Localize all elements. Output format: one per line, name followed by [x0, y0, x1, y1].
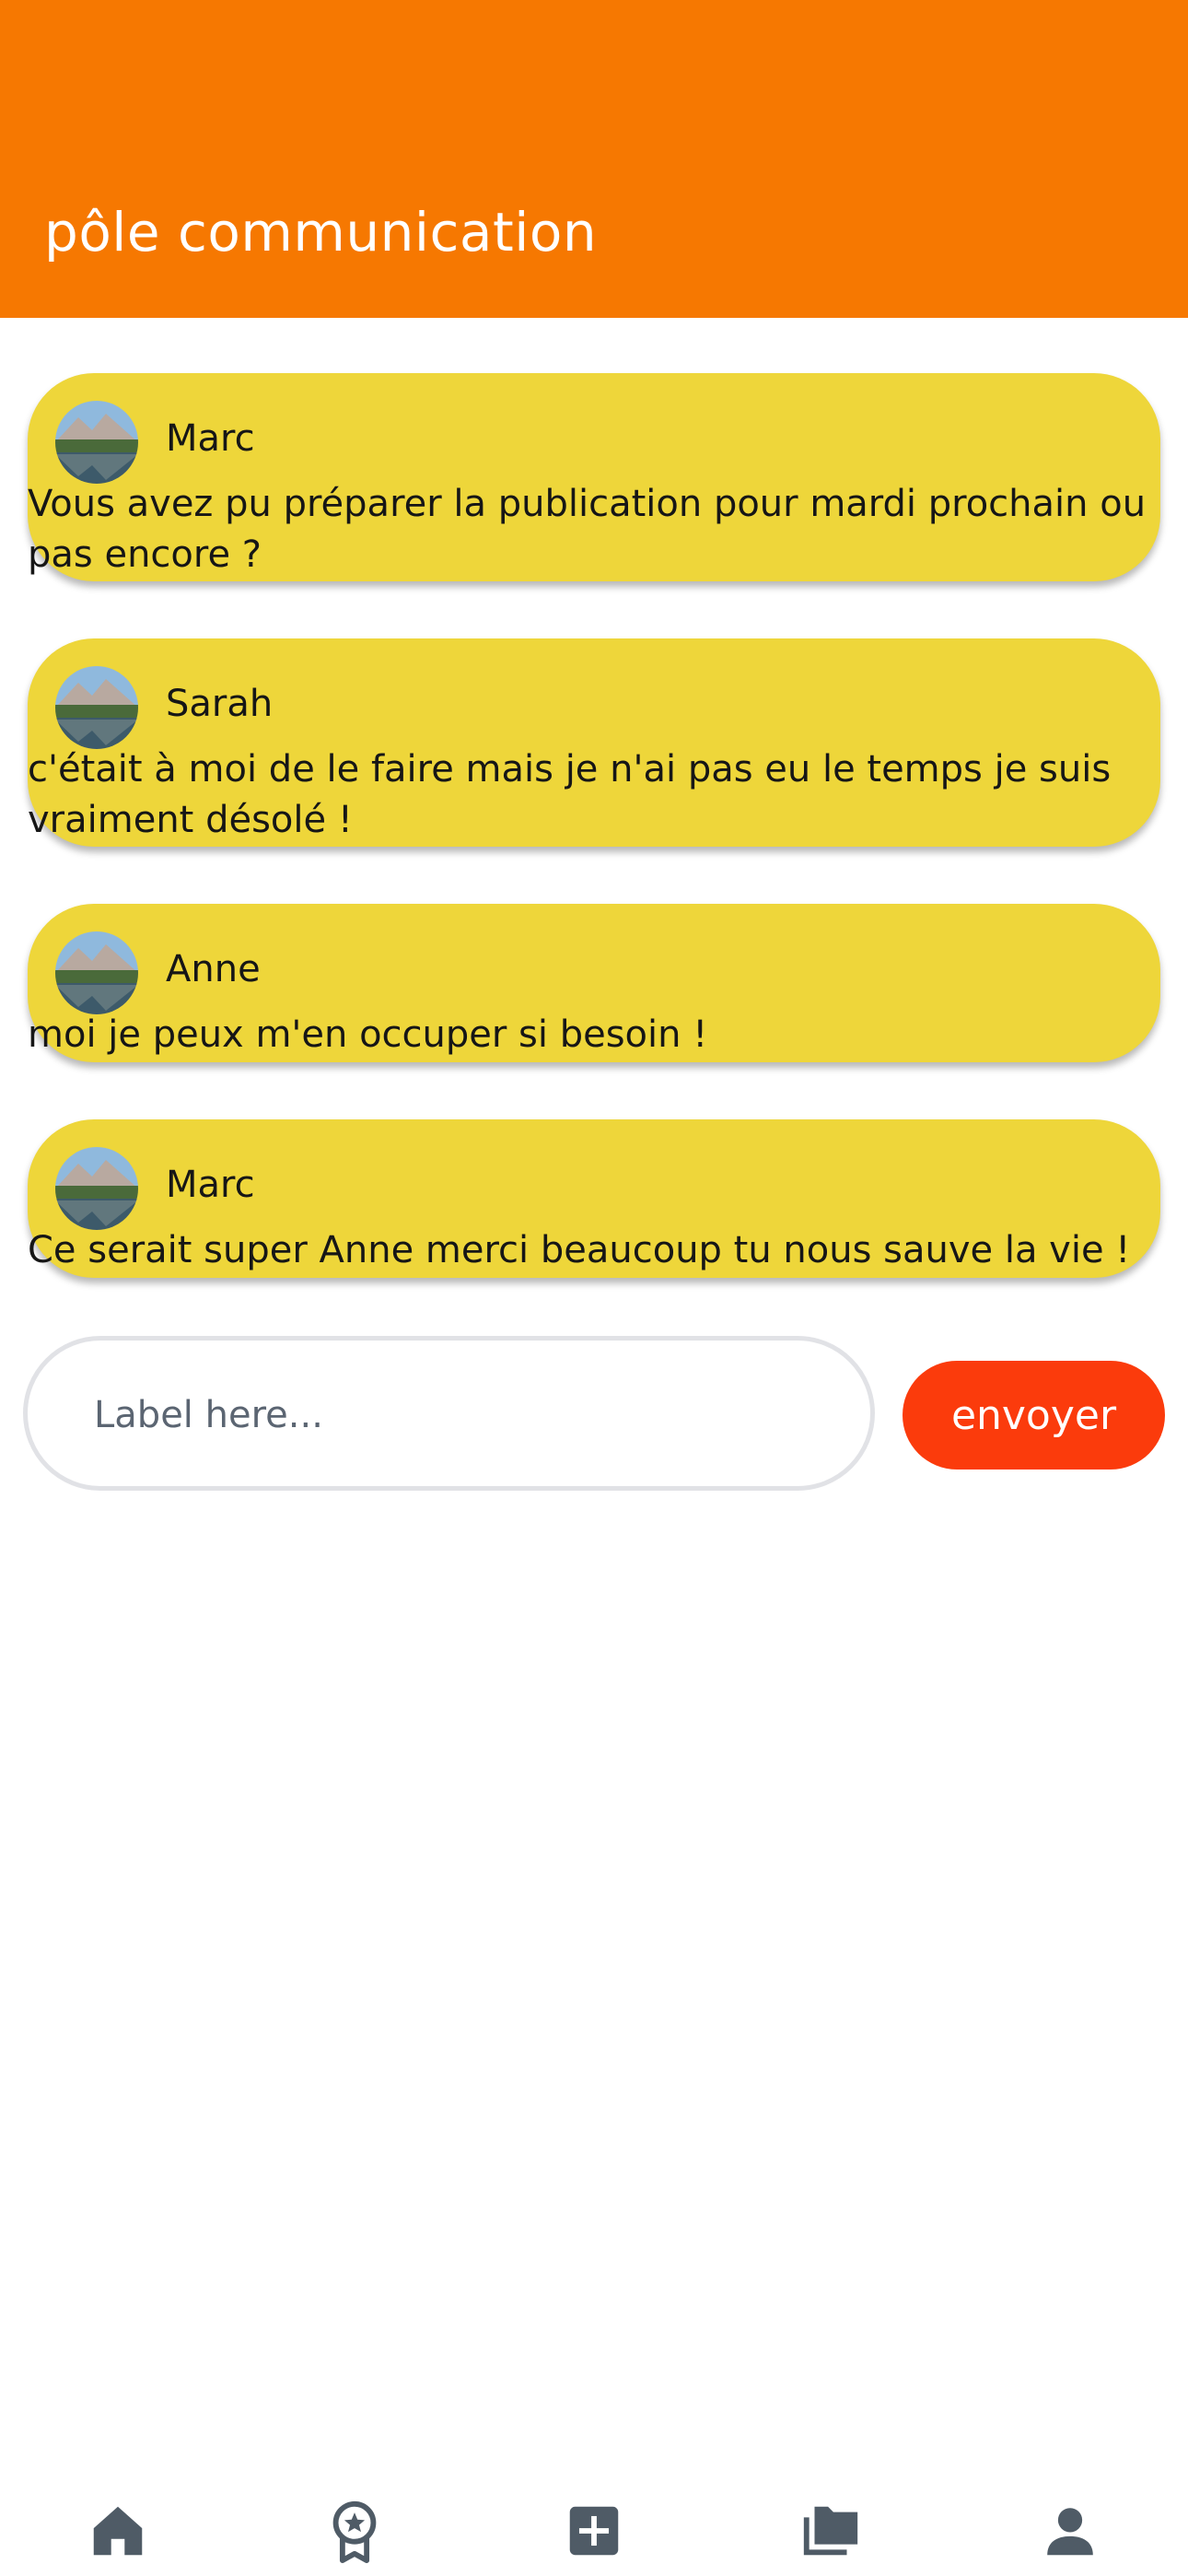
page-title: pôle communication: [44, 201, 598, 263]
home-icon: [93, 2506, 143, 2556]
sender-name: Sarah: [166, 683, 274, 725]
message-bubble: Marc Vous avez pu préparer la publicatio…: [28, 373, 1160, 581]
send-button[interactable]: envoyer: [903, 1361, 1165, 1469]
avatar: [55, 666, 138, 749]
nav-folders[interactable]: [789, 2488, 872, 2576]
avatar: [55, 401, 138, 484]
bottom-navigation: [0, 2488, 1188, 2576]
nav-add[interactable]: [553, 2488, 635, 2576]
folders-icon: [803, 2506, 858, 2556]
nav-awards[interactable]: [313, 2488, 396, 2576]
add-box-icon: [569, 2506, 619, 2556]
message-bubble: Marc Ce serait super Anne merci beaucoup…: [28, 1119, 1160, 1278]
app-header: pôle communication: [0, 0, 1188, 318]
message-text: Vous avez pu préparer la publication pou…: [28, 483, 1147, 576]
message-input-container: [23, 1336, 875, 1491]
avatar: [55, 1147, 138, 1230]
message-bubble: Anne moi je peux m'en occuper si besoin …: [28, 904, 1160, 1062]
avatar: [55, 931, 138, 1014]
message-text: Ce serait super Anne merci beaucoup tu n…: [28, 1229, 1131, 1271]
sender-name: Marc: [166, 1164, 255, 1206]
message-bubble: Sarah c'était à moi de le faire mais je …: [28, 638, 1160, 847]
message-text: moi je peux m'en occuper si besoin !: [28, 1013, 708, 1056]
award-ribbon-icon: [332, 2500, 377, 2563]
nav-home[interactable]: [76, 2488, 159, 2576]
sender-name: Marc: [166, 417, 255, 460]
nav-profile[interactable]: [1029, 2488, 1112, 2576]
message-input[interactable]: [92, 1377, 814, 1453]
person-icon: [1047, 2508, 1093, 2556]
message-text: c'était à moi de le faire mais je n'ai p…: [28, 748, 1112, 841]
sender-name: Anne: [166, 948, 261, 990]
